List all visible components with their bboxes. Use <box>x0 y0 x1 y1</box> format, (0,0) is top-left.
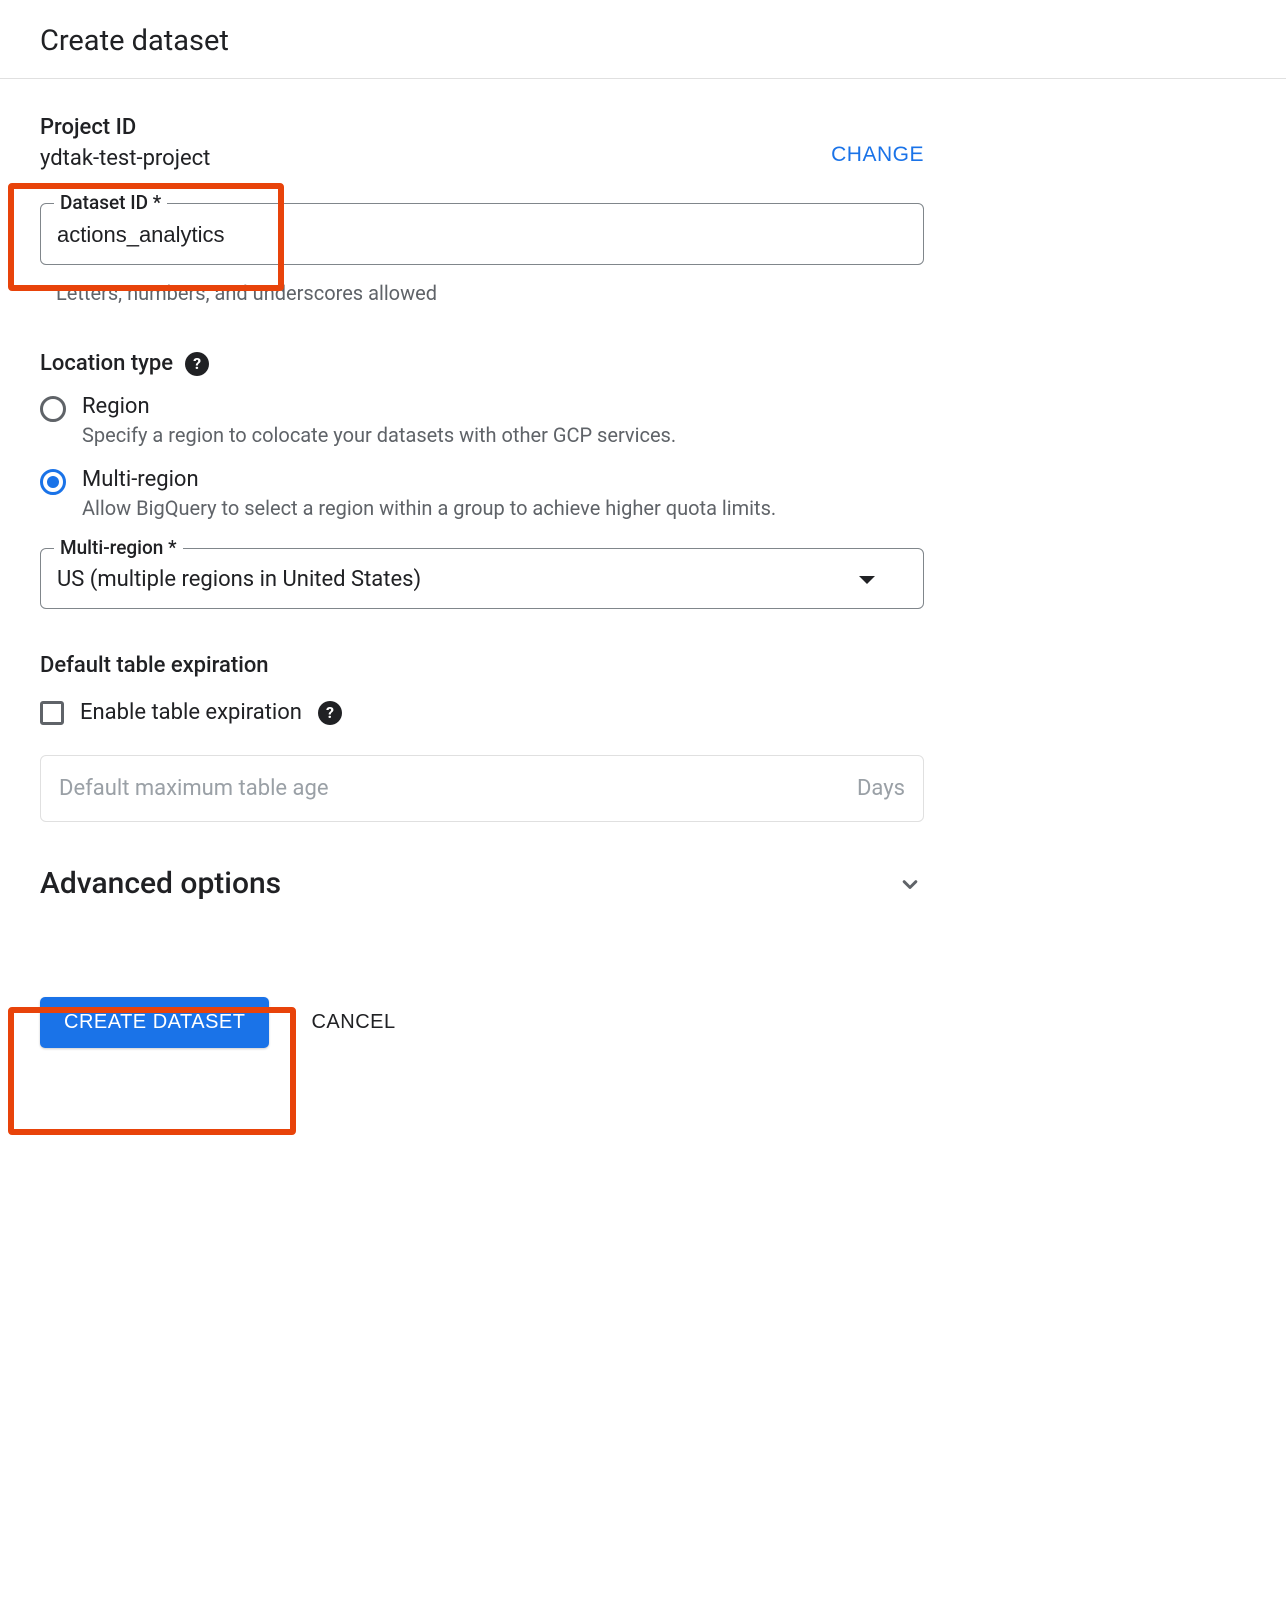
action-row: CREATE DATASET CANCEL <box>40 997 924 1048</box>
cancel-button[interactable]: CANCEL <box>311 1011 395 1034</box>
radio-region-desc: Specify a region to colocate your datase… <box>82 423 676 447</box>
enable-expiration-row: Enable table expiration ? <box>40 700 924 725</box>
create-dataset-button[interactable]: CREATE DATASET <box>40 997 269 1048</box>
multi-region-select-wrap: Multi-region * US (multiple regions in U… <box>40 548 924 609</box>
radio-multi-region[interactable]: Multi-region Allow BigQuery to select a … <box>40 467 924 520</box>
location-type-label: Location type <box>40 351 173 376</box>
dataset-id-label: Dataset ID * <box>54 191 167 214</box>
radio-multi-region-desc: Allow BigQuery to select a region within… <box>82 496 776 520</box>
radio-region[interactable]: Region Specify a region to colocate your… <box>40 394 924 447</box>
multi-region-select-label: Multi-region * <box>54 536 183 559</box>
max-table-age-unit: Days <box>857 776 905 801</box>
enable-expiration-label: Enable table expiration <box>80 700 302 725</box>
advanced-options-title: Advanced options <box>40 866 281 901</box>
radio-region-input[interactable] <box>40 396 66 422</box>
radio-multi-region-input[interactable] <box>40 469 66 495</box>
change-project-button[interactable]: CHANGE <box>831 115 924 167</box>
dataset-id-input[interactable] <box>40 203 924 265</box>
radio-region-title: Region <box>82 394 676 419</box>
dataset-id-helper: Letters, numbers, and underscores allowe… <box>40 271 924 305</box>
project-id-row: Project ID ydtak-test-project CHANGE <box>40 115 924 171</box>
dropdown-caret-icon <box>859 576 875 584</box>
table-expiration-heading: Default table expiration <box>40 653 924 678</box>
location-type-heading: Location type ? <box>40 351 924 376</box>
max-table-age-input[interactable]: Default maximum table age Days <box>40 755 924 822</box>
radio-multi-region-title: Multi-region <box>82 467 776 492</box>
help-icon[interactable]: ? <box>318 701 342 725</box>
dataset-id-field: Dataset ID * <box>40 203 924 265</box>
enable-expiration-checkbox[interactable] <box>40 701 64 725</box>
advanced-options-toggle[interactable]: Advanced options <box>40 866 924 901</box>
chevron-down-icon <box>896 870 924 898</box>
help-icon[interactable]: ? <box>185 352 209 376</box>
page-title: Create dataset <box>0 0 1286 79</box>
project-id-value: ydtak-test-project <box>40 146 210 171</box>
multi-region-select-value: US (multiple regions in United States) <box>57 567 421 592</box>
max-table-age-placeholder: Default maximum table age <box>59 776 329 801</box>
project-id-label: Project ID <box>40 115 210 140</box>
